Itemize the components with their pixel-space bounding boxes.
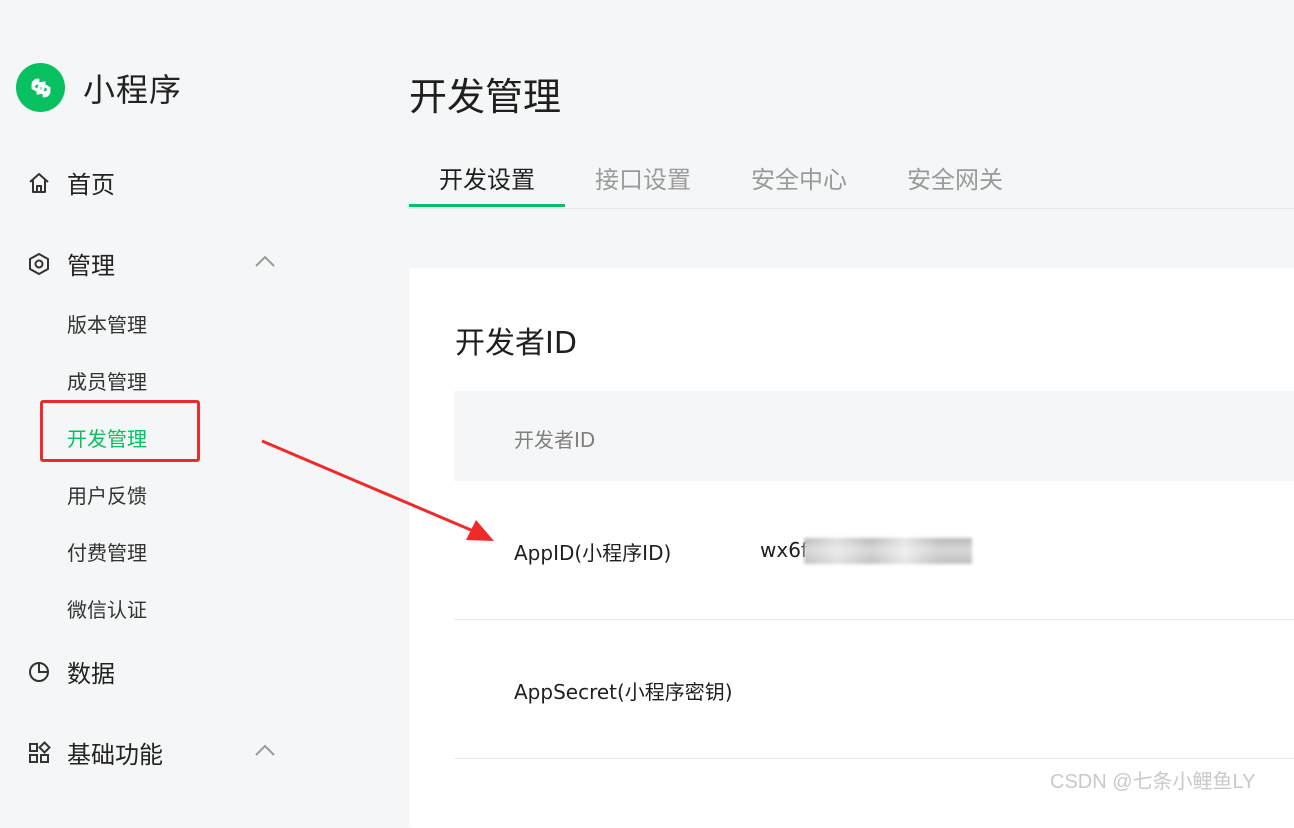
tab-api-settings[interactable]: 接口设置 <box>595 160 691 195</box>
sidebar-item-label: 首页 <box>67 171 115 199</box>
sidebar-subitem-payment[interactable]: 付费管理 <box>67 537 147 566</box>
sidebar-item-label: 管理 <box>67 252 115 280</box>
tab-bar: 开发设置 接口设置 安全中心 安全网关 <box>409 148 1294 209</box>
redacted-blur <box>804 538 972 564</box>
highlight-annotation-box <box>40 400 200 462</box>
sidebar-subitem-wechat-verify[interactable]: 微信认证 <box>67 594 147 623</box>
app-name: 小程序 <box>83 70 183 109</box>
grid-apps-icon <box>26 740 52 766</box>
sidebar-item-data[interactable]: 数据 <box>26 654 115 689</box>
row-divider <box>454 619 1294 620</box>
home-icon <box>26 170 52 196</box>
hexagon-settings-icon <box>26 251 52 277</box>
appid-value[interactable]: wx6f <box>760 538 808 562</box>
row-divider <box>454 758 1294 759</box>
tab-dev-settings[interactable]: 开发设置 <box>439 160 535 195</box>
tab-security-center[interactable]: 安全中心 <box>751 160 847 195</box>
sidebar-item-manage[interactable]: 管理 <box>26 246 115 281</box>
pie-chart-icon <box>26 659 52 685</box>
sidebar-item-home[interactable]: 首页 <box>26 165 115 200</box>
chevron-up-icon[interactable] <box>254 743 276 757</box>
active-tab-indicator <box>409 204 565 207</box>
sidebar-item-basic-features[interactable]: 基础功能 <box>26 735 163 770</box>
table-header-label: 开发者ID <box>514 428 596 452</box>
sidebar-item-label: 基础功能 <box>67 741 163 769</box>
section-title: 开发者ID <box>455 326 577 361</box>
sidebar-subitem-version[interactable]: 版本管理 <box>67 309 147 338</box>
sidebar-subitem-members[interactable]: 成员管理 <box>67 366 147 395</box>
appid-label: AppID(小程序ID) <box>514 541 672 565</box>
sidebar: 小程序 首页 管理 版本管理 成员管理 开发管理 用户反馈 付费管理 微信认证 … <box>0 0 330 801</box>
chevron-up-icon[interactable] <box>254 254 276 268</box>
tab-security-gateway[interactable]: 安全网关 <box>907 160 1003 195</box>
mini-program-logo-icon <box>16 63 65 112</box>
sidebar-item-label: 数据 <box>67 660 115 688</box>
brand[interactable]: 小程序 <box>16 63 182 112</box>
watermark: CSDN @七条小鲤鱼LY <box>1050 771 1256 793</box>
appsecret-label: AppSecret(小程序密钥) <box>514 680 733 704</box>
sidebar-subitem-feedback[interactable]: 用户反馈 <box>67 480 147 509</box>
page-title: 开发管理 <box>409 75 562 119</box>
